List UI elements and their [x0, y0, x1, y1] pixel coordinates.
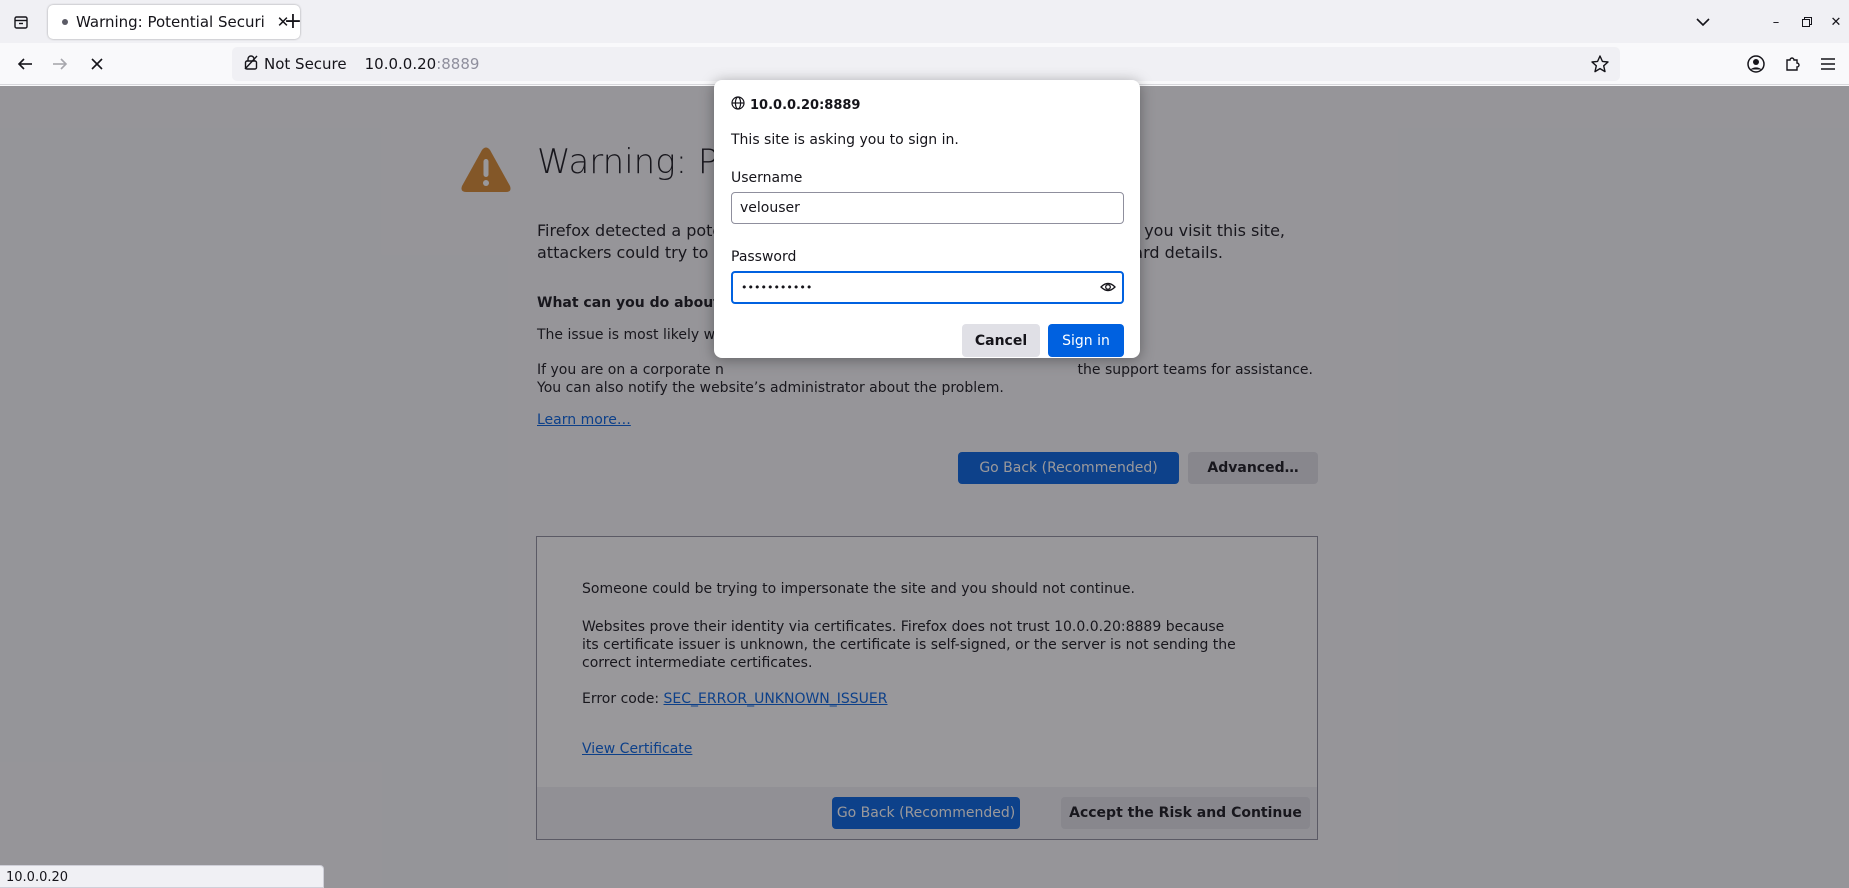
chevron-down-icon[interactable]: [1690, 10, 1716, 34]
auth-origin: 10.0.0.20:8889: [750, 97, 861, 113]
password-field[interactable]: •••••••••••: [731, 271, 1124, 304]
forward-arrow-icon[interactable]: [46, 51, 74, 77]
minimize-icon[interactable]: –: [1766, 12, 1786, 32]
url-port: :8889: [436, 55, 480, 73]
sign-in-button[interactable]: Sign in: [1048, 324, 1124, 357]
bookmark-star-icon[interactable]: [1590, 54, 1610, 74]
close-window-icon[interactable]: ✕: [1826, 12, 1846, 32]
active-tab[interactable]: Warning: Potential Securi ✕: [48, 5, 300, 39]
password-label: Password: [731, 249, 797, 265]
dot-icon: [62, 19, 68, 25]
username-value: velouser: [740, 200, 800, 216]
not-secure-label: Not Secure: [264, 55, 347, 73]
status-bar: 10.0.0.20: [0, 865, 324, 888]
username-label: Username: [731, 170, 803, 186]
url-text[interactable]: 10.0.0.20:8889: [365, 55, 480, 73]
extensions-icon[interactable]: [1782, 53, 1804, 75]
stop-loading-icon[interactable]: [83, 51, 111, 77]
tab-list-icon[interactable]: [8, 10, 34, 34]
url-bar[interactable]: Not Secure 10.0.0.20:8889: [232, 47, 1620, 81]
tab-strip: Warning: Potential Securi ✕ + – ✕: [0, 0, 1849, 43]
account-icon[interactable]: [1745, 53, 1767, 75]
site-identity-button[interactable]: Not Secure: [238, 51, 353, 77]
password-value: •••••••••••: [741, 281, 813, 294]
url-host: 10.0.0.20: [364, 55, 437, 73]
menu-icon[interactable]: [1817, 53, 1839, 75]
tab-title: Warning: Potential Securi: [76, 13, 265, 31]
restore-icon[interactable]: [1797, 12, 1817, 32]
username-field[interactable]: velouser: [731, 192, 1124, 224]
reveal-password-eye-icon[interactable]: [1100, 280, 1116, 298]
auth-dialog: 10.0.0.20:8889 This site is asking you t…: [714, 80, 1140, 358]
auth-dialog-header: 10.0.0.20:8889: [731, 96, 860, 114]
auth-message: This site is asking you to sign in.: [731, 132, 959, 148]
lock-warning-icon: [244, 54, 258, 74]
cancel-button[interactable]: Cancel: [962, 324, 1040, 357]
back-arrow-icon[interactable]: [11, 51, 39, 77]
globe-icon: [731, 96, 745, 114]
nav-bar: Not Secure 10.0.0.20:8889: [0, 43, 1849, 85]
new-tab-button[interactable]: +: [280, 9, 306, 35]
